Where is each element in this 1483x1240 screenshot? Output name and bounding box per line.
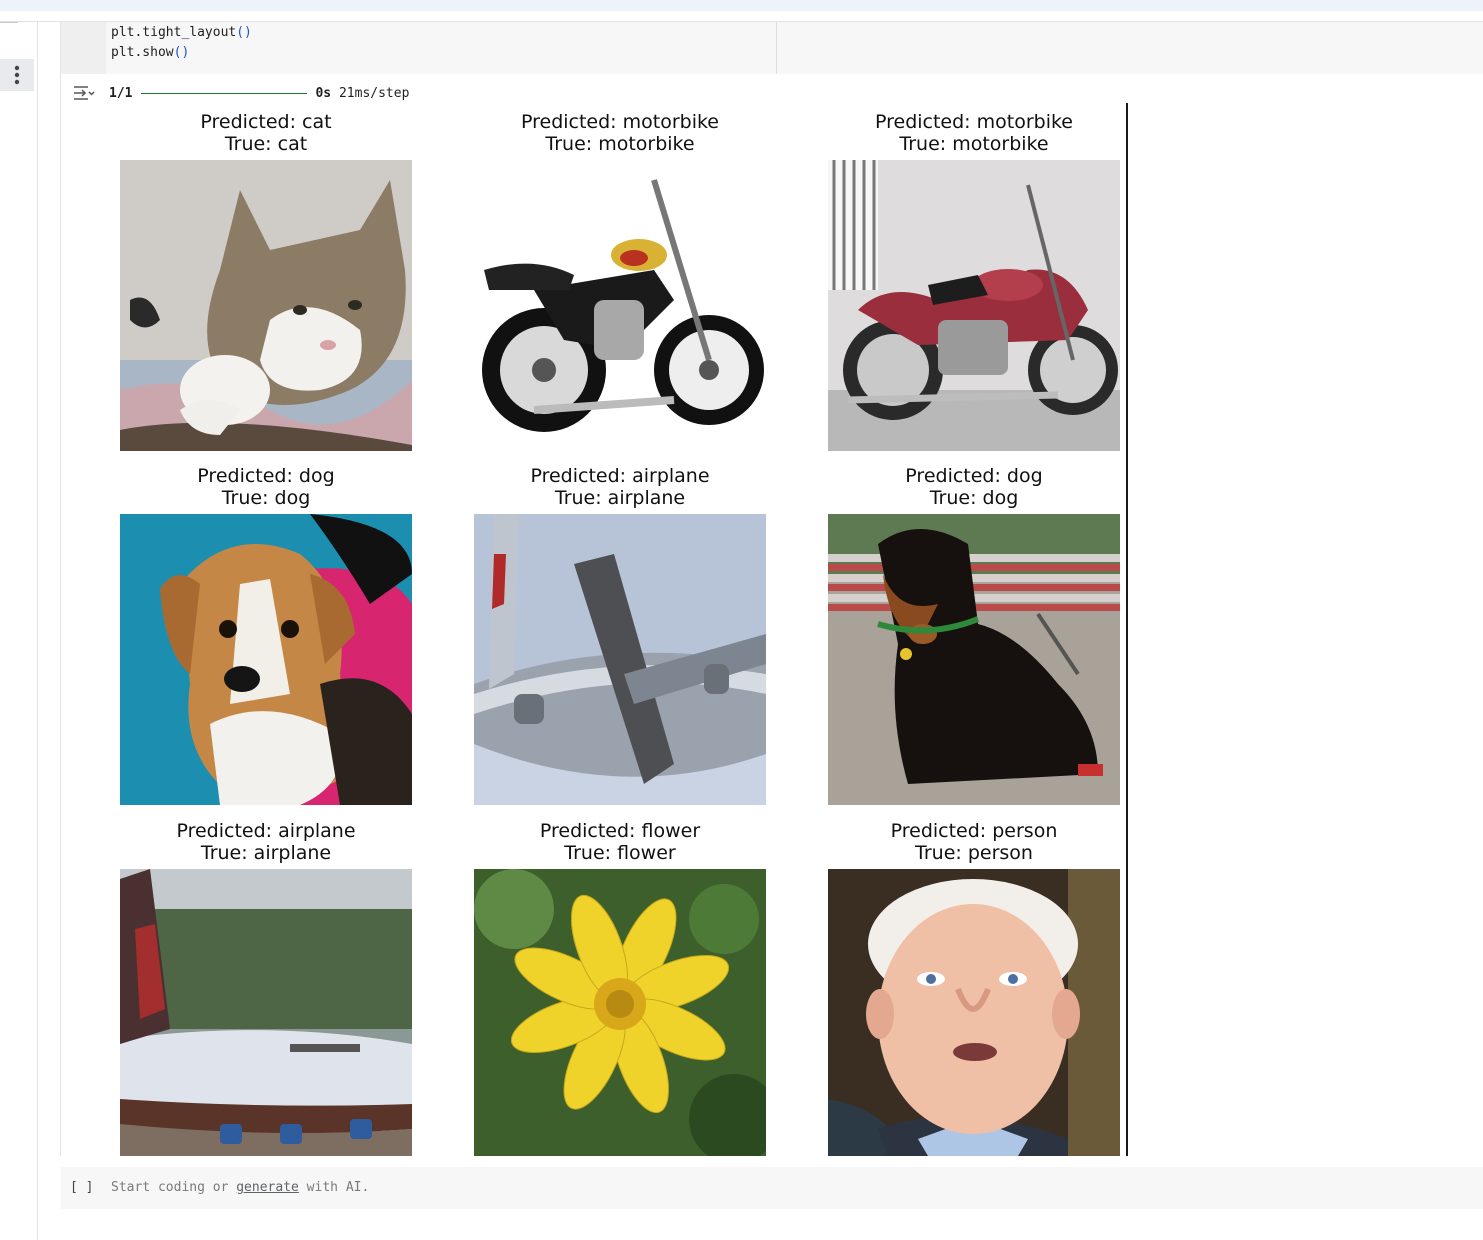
subplot: Predicted: person True: person — [828, 820, 1120, 1156]
person-photo — [828, 869, 1120, 1160]
subplot-subtitle: True: person — [915, 842, 1033, 864]
more-vert-icon[interactable] — [0, 59, 34, 91]
top-toolbar — [0, 0, 1483, 11]
subplot-subtitle: True: motorbike — [545, 133, 695, 155]
dog-photo — [828, 514, 1120, 805]
subplot-title: Predicted: dog — [905, 465, 1043, 487]
subplot-subtitle: True: airplane — [200, 842, 332, 864]
figure-edge — [1126, 103, 1128, 1156]
empty-code-cell[interactable]: [ ] Start coding or generate with AI. — [61, 1167, 1483, 1209]
subplot-title: Predicted: dog — [197, 465, 335, 487]
progress-bar — [141, 93, 308, 94]
divider — [776, 22, 777, 74]
subplot: Predicted: airplane True: airplane — [120, 820, 412, 1156]
subplot-subtitle: True: cat — [224, 133, 308, 155]
run-cell-button[interactable]: [ ] — [70, 1180, 93, 1195]
subplot-subtitle: True: motorbike — [899, 133, 1049, 155]
code-line[interactable]: plt.show() — [111, 45, 189, 60]
cell-placeholder: Start coding or generate with AI. — [111, 1180, 370, 1195]
subplot-title: Predicted: flower — [539, 820, 701, 842]
subplot: Predicted: airplane True: airplane — [474, 465, 766, 805]
subplot-title: Predicted: airplane — [530, 465, 710, 487]
airplane-photo — [120, 869, 412, 1160]
subplot: Predicted: dog True: dog — [828, 465, 1120, 805]
generate-link[interactable]: generate — [236, 1180, 299, 1195]
gutter-divider — [37, 22, 38, 1240]
subplot: Predicted: motorbike True: motorbike — [828, 111, 1120, 451]
airplane-photo — [474, 514, 766, 805]
motorbike-photo — [474, 160, 766, 451]
divider — [0, 22, 18, 23]
code-cell[interactable]: plt.tight_layout() plt.show() — [61, 22, 1483, 74]
cat-photo — [120, 160, 412, 451]
subplot-title: Predicted: motorbike — [874, 111, 1073, 133]
subplot: Predicted: dog True: dog — [120, 465, 412, 805]
subplot: Predicted: flower True: flower — [474, 820, 766, 1156]
run-cell-gutter[interactable] — [61, 22, 106, 74]
subplot-title: Predicted: airplane — [176, 820, 356, 842]
flower-photo — [474, 869, 766, 1160]
subplot: Predicted: motorbike True: motorbike — [474, 111, 766, 451]
subplot: Predicted: cat True: cat — [120, 111, 412, 451]
subplot-title: Predicted: motorbike — [520, 111, 719, 133]
subplot-subtitle: True: airplane — [554, 487, 686, 509]
subplot-title: Predicted: cat — [200, 111, 332, 133]
subplot-title: Predicted: person — [890, 820, 1058, 842]
code-line[interactable]: plt.tight_layout() — [111, 25, 252, 40]
motorbike-photo — [828, 160, 1120, 451]
subplot-subtitle: True: flower — [564, 842, 676, 864]
figure-output: Predicted: cat True: cat Predicted: moto… — [61, 100, 1127, 1156]
dog-photo — [120, 514, 412, 805]
subplot-subtitle: True: dog — [929, 487, 1019, 509]
subplot-subtitle: True: dog — [221, 487, 311, 509]
progress-output: 1/1 0s 21ms/step — [109, 86, 410, 101]
